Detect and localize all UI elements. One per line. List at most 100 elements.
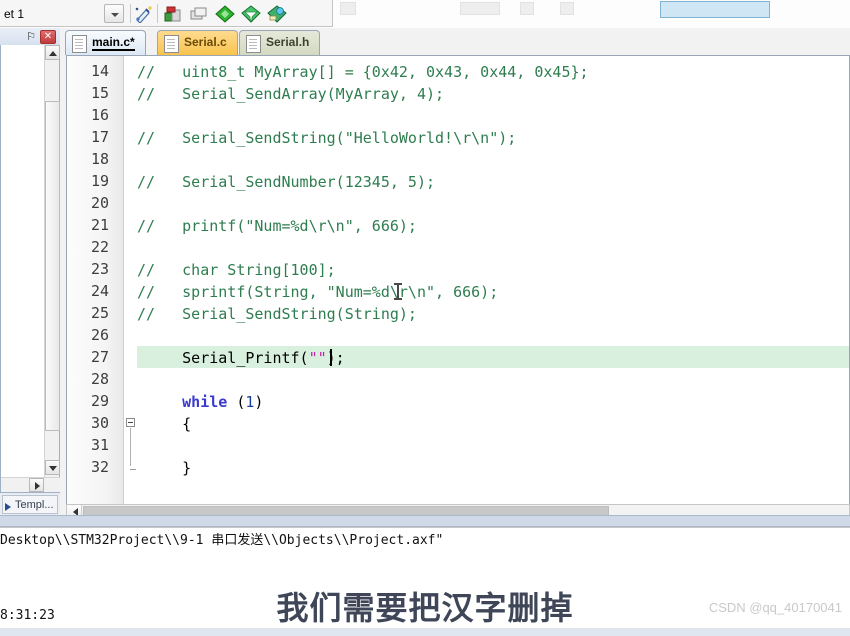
line-number: 21 <box>90 216 109 234</box>
toolbar-search-box[interactable] <box>660 1 770 18</box>
line-number: 29 <box>90 392 109 410</box>
line-number: 25 <box>90 304 109 322</box>
code-line[interactable]: while (1) <box>137 391 263 413</box>
line-number: 30 <box>90 414 109 432</box>
code-token: while <box>182 393 228 411</box>
arrow-right-icon <box>5 503 11 511</box>
scroll-up-arrow[interactable] <box>45 45 60 60</box>
run-time-environment-icon[interactable] <box>267 5 287 23</box>
editor-region: main.c* Serial.c Serial.h 14 15 16 17 18 19 20… <box>60 28 850 520</box>
code-token: // Serial_SendString("HelloWorld!\r\n"); <box>137 129 517 147</box>
editor-tab-serial-c[interactable]: Serial.c <box>157 30 238 55</box>
fold-guide-line <box>130 428 131 466</box>
line-number-gutter: 14 15 16 17 18 19 20 21 22 23 24 25 26 27 28 29 30 31 32 <box>67 56 123 519</box>
scroll-down-arrow[interactable] <box>45 460 60 475</box>
pin-icon[interactable]: ⚐ <box>24 30 38 44</box>
project-panel: ⚐ ✕ Templ... <box>0 28 60 520</box>
fold-collapse-box[interactable] <box>126 418 135 427</box>
line-number: 15 <box>90 84 109 102</box>
pane-separator <box>0 515 850 527</box>
code-token: ) <box>254 393 264 411</box>
code-token: // Serial_SendArray(MyArray, 4); <box>137 85 445 103</box>
code-token: "" <box>308 349 327 367</box>
fold-end-marker <box>130 469 136 470</box>
line-number: 32 <box>90 458 109 476</box>
code-line[interactable]: // Serial_SendNumber(12345, 5); <box>137 171 435 193</box>
line-number: 14 <box>90 62 109 80</box>
code-line[interactable]: // uint8_t MyArray[] = {0x42, 0x43, 0x44… <box>137 61 589 83</box>
editor-tabstrip: main.c* Serial.c Serial.h <box>60 28 850 55</box>
file-icon <box>164 35 179 53</box>
project-panel-caption: ⚐ ✕ <box>0 28 60 45</box>
code-token: // uint8_t MyArray[] = {0x42, 0x43, 0x44… <box>137 63 589 81</box>
line-number: 17 <box>90 128 109 146</box>
build-output-divider <box>0 527 850 528</box>
code-token: // Serial_SendNumber(12345, 5); <box>137 173 436 191</box>
project-vertical-scrollbar[interactable] <box>44 45 60 491</box>
project-horizontal-scrollbar[interactable] <box>1 477 60 492</box>
editor-tab-serial-h[interactable]: Serial.h <box>239 30 321 55</box>
line-number: 20 <box>90 194 109 212</box>
code-token: // char String[100]; <box>137 261 336 279</box>
code-text-area[interactable]: // uint8_t MyArray[] = {0x42, 0x43, 0x44… <box>137 56 849 519</box>
line-number: 31 <box>90 436 109 454</box>
code-line[interactable]: { <box>137 413 191 435</box>
code-token: // Serial_SendString(String); <box>137 305 417 323</box>
editor-tab-label: Serial.c <box>184 35 227 49</box>
line-number: 16 <box>90 106 109 124</box>
code-token: { <box>137 415 192 433</box>
file-icon <box>72 35 87 53</box>
line-number: 27 <box>90 348 109 366</box>
editor-tab-label: main.c* <box>92 35 135 51</box>
toolbar-ghost-3 <box>520 2 534 15</box>
scroll-right-arrow[interactable] <box>29 478 44 492</box>
text-caret <box>330 349 332 366</box>
manage-components-icon[interactable] <box>189 5 209 23</box>
toolbar-ghost-4 <box>560 2 574 15</box>
window-bottom-edge <box>0 628 850 636</box>
pack-installer-green-icon[interactable] <box>215 5 235 23</box>
line-number: 26 <box>90 326 109 344</box>
code-token: // printf("Num=%d\r\n", 666); <box>137 217 417 235</box>
toolbar-ghost-2 <box>460 2 500 15</box>
csdn-watermark: CSDN @qq_40170041 <box>708 600 842 615</box>
code-line[interactable]: // Serial_SendString("HelloWorld!\r\n"); <box>137 127 516 149</box>
keil-uvision-window: et 1 ⚐ ✕ Templ... main.c* Serial.c Seria… <box>0 0 850 636</box>
line-number: 19 <box>90 172 109 190</box>
panel-tab-templates[interactable]: Templ... <box>2 495 58 514</box>
editor-tab-main-c[interactable]: main.c* <box>65 30 146 55</box>
build-output-line: Desktop\\STM32Project\\9-1 串口发送\\Objects… <box>0 533 444 548</box>
project-panel-tabstrip: Templ... <box>0 493 60 515</box>
project-vscroll-thumb[interactable] <box>45 101 60 431</box>
toolbar-separator-2 <box>157 4 158 23</box>
code-token: } <box>137 459 192 477</box>
pack-filter-icon[interactable] <box>241 5 261 23</box>
code-line[interactable]: // char String[100]; <box>137 259 336 281</box>
code-token: // sprintf(String, "Num=%d\r\n", 666); <box>137 283 499 301</box>
target-label: et 1 <box>4 7 25 21</box>
toolbar-ghost-1 <box>340 2 356 15</box>
target-options-icon[interactable] <box>163 5 183 23</box>
project-tree[interactable] <box>0 45 60 493</box>
code-line[interactable]: // Serial_SendArray(MyArray, 4); <box>137 83 444 105</box>
wand-icon[interactable] <box>134 5 154 23</box>
code-folding-rail[interactable] <box>123 56 138 519</box>
target-select-dropdown-arrow[interactable] <box>104 4 124 23</box>
panel-tab-label: Templ... <box>15 499 54 511</box>
code-line[interactable]: } <box>137 457 191 479</box>
code-line[interactable]: // Serial_SendString(String); <box>137 303 417 325</box>
code-line[interactable]: // sprintf(String, "Num=%d\r\n", 666); <box>137 281 498 303</box>
code-line[interactable]: Serial_Printf(""); <box>137 347 345 369</box>
line-number: 22 <box>90 238 109 256</box>
main-toolbar: et 1 <box>0 0 850 29</box>
mouse-cursor-ibeam <box>394 283 402 300</box>
code-token: Serial_Printf( <box>137 349 309 367</box>
close-icon[interactable]: ✕ <box>40 30 56 44</box>
file-icon <box>246 35 261 53</box>
line-number: 24 <box>90 282 109 300</box>
code-line[interactable]: // printf("Num=%d\r\n", 666); <box>137 215 417 237</box>
toolbar-target-group: et 1 <box>0 0 333 27</box>
code-editor[interactable]: 14 15 16 17 18 19 20 21 22 23 24 25 26 27 28 29 30 31 32 /… <box>66 55 850 520</box>
